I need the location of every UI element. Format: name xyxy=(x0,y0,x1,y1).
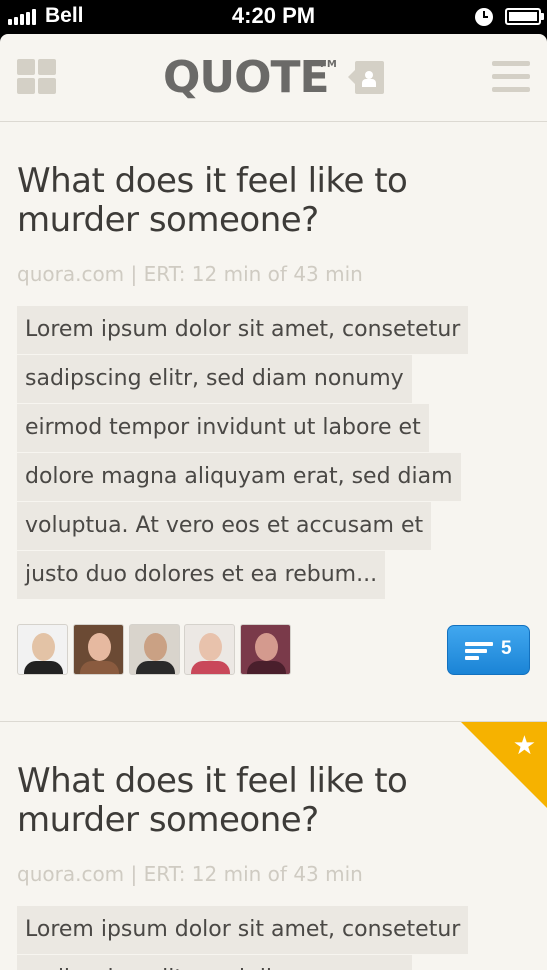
starred-badge[interactable]: ★ xyxy=(461,722,547,808)
menu-icon[interactable] xyxy=(492,61,530,94)
app-header: QUOTE FM xyxy=(0,34,547,122)
comments-button[interactable]: 5 xyxy=(447,625,530,675)
article-meta: quora.com | ERT: 12 min of 43 min xyxy=(17,862,363,886)
profile-icon[interactable] xyxy=(348,61,384,94)
article-excerpt: Lorem ipsum dolor sit amet, consetetur s… xyxy=(17,306,530,600)
avatar[interactable] xyxy=(184,624,235,675)
excerpt-line: voluptua. At vero eos et accusam et xyxy=(17,502,432,550)
avatar[interactable] xyxy=(129,624,180,675)
excerpt-line: Lorem ipsum dolor sit amet, consetetur xyxy=(17,906,469,954)
status-time: 4:20 PM xyxy=(231,3,316,28)
app-logo: QUOTE xyxy=(163,52,330,103)
logo-suffix: FM xyxy=(320,59,337,70)
grid-icon[interactable] xyxy=(17,59,57,95)
avatar[interactable] xyxy=(73,624,124,675)
star-icon: ★ xyxy=(512,731,536,761)
excerpt-line: Lorem ipsum dolor sit amet, consetetur xyxy=(17,306,469,354)
excerpt-line: sadipscing elitr, sed diam nonumy xyxy=(17,355,412,403)
comment-lines-icon xyxy=(465,642,493,660)
excerpt-line: eirmod tempor invidunt ut labore et xyxy=(17,404,429,452)
excerpt-line: sadipscing elitr, sed diam nonumy xyxy=(17,955,412,970)
article-excerpt: Lorem ipsum dolor sit amet, consetetur s… xyxy=(17,906,530,970)
clock-icon xyxy=(475,8,493,26)
app-screen: QUOTE FM What does it feel like to murde… xyxy=(0,34,547,970)
battery-icon xyxy=(505,8,544,25)
article-card[interactable]: What does it feel like to murder someone… xyxy=(0,122,547,722)
status-bar: Bell 4:20 PM xyxy=(0,0,547,34)
excerpt-line: justo duo dolores et ea rebum... xyxy=(17,551,386,599)
avatar[interactable] xyxy=(17,624,68,675)
article-footer: 5 xyxy=(17,624,530,676)
article-meta: quora.com | ERT: 12 min of 43 min xyxy=(17,262,363,286)
article-title[interactable]: What does it feel like to murder someone… xyxy=(17,762,530,840)
article-title[interactable]: What does it feel like to murder someone… xyxy=(17,162,530,240)
excerpt-line: dolore magna aliquyam erat, sed diam xyxy=(17,453,461,501)
comment-count: 5 xyxy=(501,638,512,659)
article-card[interactable]: ★ What does it feel like to murder someo… xyxy=(0,722,547,970)
avatar[interactable] xyxy=(240,624,291,675)
